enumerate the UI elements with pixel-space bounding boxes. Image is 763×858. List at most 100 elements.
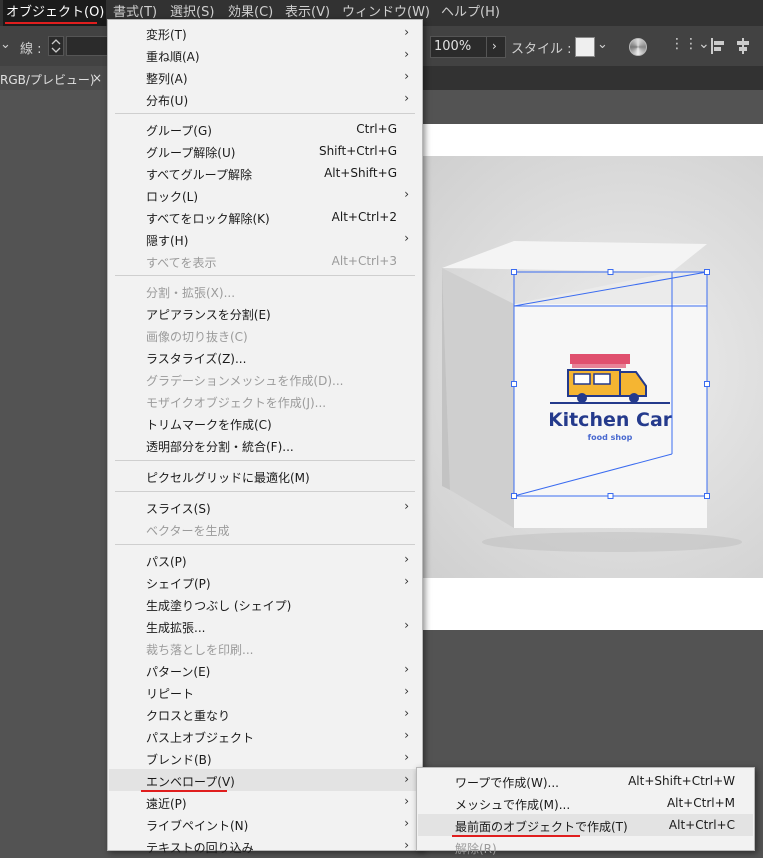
menu-help[interactable]: ヘルプ(H) [441, 0, 500, 26]
menu-item-shortcut: Shift+Ctrl+G [318, 144, 397, 158]
object-menu-item[interactable]: 生成拡張... › [109, 615, 421, 637]
object-menu-item[interactable]: パターン(E) › [109, 659, 421, 681]
object-menu-item[interactable]: グループ解除(U) Shift+Ctrl+G [109, 140, 421, 162]
object-menu-item[interactable]: 生成塗りつぶし (シェイプ) [109, 593, 421, 615]
object-menu-item[interactable]: リピート › [109, 681, 421, 703]
menu-separator [115, 544, 415, 545]
chevron-right-icon: › [404, 662, 409, 676]
object-menu-item[interactable]: テキストの回り込み › [109, 835, 421, 857]
stroke-weight-field[interactable] [66, 36, 108, 56]
object-menu-item[interactable]: 遠近(P) › [109, 791, 421, 813]
menu-separator [115, 491, 415, 492]
menu-item-shortcut: Alt+Ctrl+3 [331, 254, 397, 268]
close-icon[interactable]: × [92, 71, 102, 85]
object-menu-item[interactable]: スライス(S) › [109, 496, 421, 518]
menu-item-label: 画像の切り抜き(C) [146, 330, 248, 344]
object-menu-item[interactable]: 整列(A) › [109, 66, 421, 88]
menu-item-label: メッシュで作成(M)... [455, 798, 571, 812]
align-grid-icon[interactable]: ⋮⋮⌄ [670, 36, 710, 52]
menu-item-label: 生成塗りつぶし (シェイプ) [146, 599, 292, 613]
zoom-arrow-button[interactable]: › [486, 36, 506, 58]
object-menu-item[interactable]: 変形(T) › [109, 22, 421, 44]
menu-item-label: クロスと重なり [146, 709, 231, 723]
menu-item-label: 生成拡張... [146, 621, 206, 635]
zoom-field[interactable]: 100% [430, 36, 488, 58]
menu-item-label: トリムマークを作成(C) [146, 418, 272, 432]
menu-object-underline [5, 22, 97, 24]
object-menu-item[interactable]: パス上オブジェクト › [109, 725, 421, 747]
object-menu-item[interactable]: ラスタライズ(Z)... [109, 346, 421, 368]
chevron-down-icon[interactable]: ⌄ [0, 37, 11, 52]
menu-item-label: 整列(A) [146, 72, 188, 86]
recolor-icon[interactable] [629, 38, 647, 56]
object-menu-item[interactable]: ロック(L) › [109, 184, 421, 206]
object-menu-item[interactable]: 重ね順(A) › [109, 44, 421, 66]
object-menu-item[interactable]: すべてをロック解除(K) Alt+Ctrl+2 [109, 206, 421, 228]
envelope-submenu-item[interactable]: メッシュで作成(M)... Alt+Ctrl+M [418, 792, 753, 814]
object-menu-item[interactable]: ライブペイント(N) › [109, 813, 421, 835]
document-tab-label: RGB/プレビュー) [0, 73, 95, 87]
object-menu-item: グラデーションメッシュを作成(D)... [109, 368, 421, 390]
menu-item-label: 分布(U) [146, 94, 189, 108]
object-menu-item[interactable]: クロスと重なり › [109, 703, 421, 725]
object-menu-item[interactable]: 分布(U) › [109, 88, 421, 110]
chevron-right-icon: › [404, 552, 409, 566]
menu-item-label: パターン(E) [146, 665, 211, 679]
chevron-right-icon: › [404, 187, 409, 201]
envelope-submenu-item[interactable]: 最前面のオブジェクトで作成(T) Alt+Ctrl+C [418, 814, 753, 837]
object-menu-item[interactable]: 隠す(H) › [109, 228, 421, 250]
object-menu-item[interactable]: パス(P) › [109, 549, 421, 571]
chevron-right-icon: › [404, 91, 409, 105]
stroke-label: 線 : [20, 42, 42, 57]
menu-item-label: アピアランスを分割(E) [146, 308, 271, 322]
menu-item-label: すべてを表示 [146, 256, 217, 270]
menu-item-label: ベクターを生成 [146, 524, 230, 538]
menu-item-label: 解除(R) [455, 842, 497, 856]
menu-item-shortcut: Alt+Ctrl+C [668, 818, 735, 832]
chevron-right-icon: › [404, 706, 409, 720]
menu-separator [115, 275, 415, 276]
object-menu-item[interactable]: アピアランスを分割(E) [109, 302, 421, 324]
menu-item-label: リピート [146, 687, 195, 701]
style-swatch[interactable] [575, 37, 595, 57]
menu-item-label: パス(P) [146, 555, 187, 569]
menu-object-label: オブジェクト(O) [6, 5, 105, 20]
menu-item-label: すべてをロック解除(K) [146, 212, 270, 226]
menu-item-label: パス上オブジェクト [146, 731, 255, 745]
menu-item-label: ロック(L) [146, 190, 199, 204]
menu-item-label: グループ(G) [146, 124, 212, 138]
chevron-right-icon: › [404, 816, 409, 830]
menu-item-label: スライス(S) [146, 502, 211, 516]
zoom-value: 100% [434, 39, 472, 54]
object-menu-item[interactable]: トリムマークを作成(C) [109, 412, 421, 434]
chevron-right-icon: › [404, 728, 409, 742]
object-menu-item[interactable]: エンベロープ(V) › [109, 769, 421, 792]
menu-item-label: ピクセルグリッドに最適化(M) [146, 471, 310, 485]
chevron-right-icon: › [404, 69, 409, 83]
object-menu-item[interactable]: ピクセルグリッドに最適化(M) [109, 465, 421, 487]
document-tab[interactable]: RGB/プレビュー) × [0, 66, 108, 90]
align-center-icon[interactable] [735, 38, 751, 54]
chevron-down-icon[interactable]: ⌄ [597, 37, 608, 52]
align-left-icon[interactable] [710, 38, 726, 54]
chevron-right-icon: › [404, 750, 409, 764]
object-menu-item[interactable]: すべてグループ解除 Alt+Shift+G [109, 162, 421, 184]
menu-item-shortcut: Alt+Ctrl+2 [331, 210, 397, 224]
menu-item-label: エンベロープ(V) [146, 775, 235, 789]
object-menu-item[interactable]: ブレンド(B) › [109, 747, 421, 769]
menu-item-label: モザイクオブジェクトを作成(J)... [146, 396, 327, 410]
menu-item-label: 隠す(H) [146, 234, 189, 248]
envelope-submenu-item[interactable]: ワープで作成(W)... Alt+Shift+Ctrl+W [418, 770, 753, 792]
menu-item-label: シェイプ(P) [146, 577, 211, 591]
envelope-submenu-item: 解除(R) [418, 836, 753, 858]
chevron-right-icon: › [404, 47, 409, 61]
object-menu-item[interactable]: シェイプ(P) › [109, 571, 421, 593]
chevron-right-icon: › [404, 684, 409, 698]
selection-bounding-box [511, 269, 710, 499]
stroke-stepper[interactable] [48, 36, 64, 56]
menu-item-shortcut: Ctrl+G [356, 122, 397, 136]
menu-item-label: 重ね順(A) [146, 50, 200, 64]
object-menu-item[interactable]: 透明部分を分割・統合(F)... [109, 434, 421, 456]
object-menu-item[interactable]: グループ(G) Ctrl+G [109, 118, 421, 140]
chevron-right-icon: › [404, 574, 409, 588]
